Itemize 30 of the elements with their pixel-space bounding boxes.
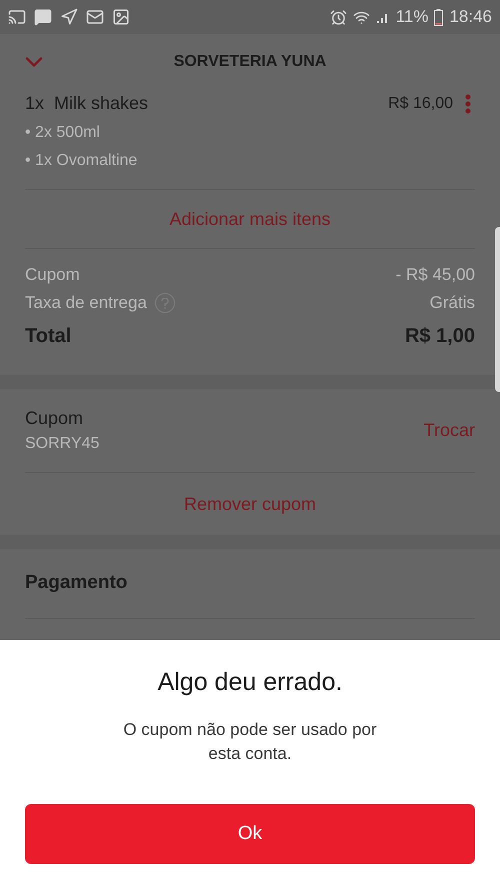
- more-options-button[interactable]: [465, 94, 471, 114]
- summary-label: Cupom: [25, 264, 80, 286]
- alarm-icon: [330, 8, 347, 26]
- battery-percent: 11%: [396, 6, 428, 28]
- item-option: • 2x 500ml: [25, 121, 475, 145]
- item-price: R$ 16,00: [388, 94, 453, 114]
- item-name: 1x Milk shakes: [25, 92, 148, 115]
- item-option: • 1x Ovomaltine: [25, 149, 475, 173]
- clock-time: 18:46: [449, 6, 492, 28]
- summary-value: - R$ 45,00: [396, 264, 475, 286]
- ok-button[interactable]: Ok: [25, 804, 475, 864]
- total-label: Total: [25, 324, 72, 349]
- remove-coupon-link[interactable]: Remover cupom: [184, 490, 316, 518]
- coupon-title: Cupom: [25, 407, 84, 430]
- summary-label: Taxa de entrega: [25, 292, 147, 314]
- total-value: R$ 1,00: [404, 324, 475, 349]
- battery-icon: [434, 8, 444, 26]
- dialog-message: O cupom não pode ser usado por esta conta.: [122, 718, 378, 764]
- chat-icon: [34, 8, 52, 26]
- dialog-title: Algo deu errado.: [158, 667, 342, 698]
- summary-value: Grátis: [430, 292, 475, 314]
- navigation-icon: [60, 8, 78, 26]
- add-more-items-link[interactable]: Adicionar mais itens: [169, 206, 331, 232]
- payment-title: Pagamento: [25, 572, 128, 593]
- change-coupon-link[interactable]: Trocar: [424, 417, 475, 444]
- cast-icon: [8, 8, 26, 26]
- mail-icon: [86, 8, 104, 26]
- image-icon: [112, 8, 130, 26]
- coupon-code: SORRY45: [25, 434, 100, 454]
- store-title: SORVETERIA YUNA: [172, 52, 328, 72]
